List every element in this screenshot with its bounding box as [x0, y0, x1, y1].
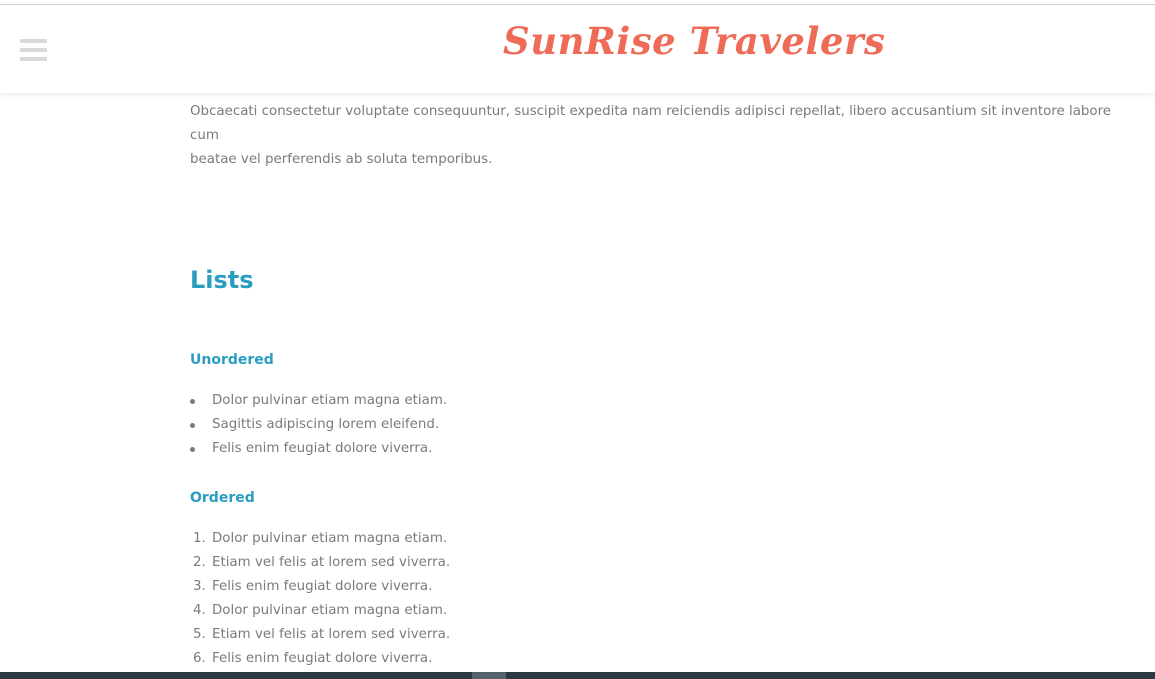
ordered-heading: Ordered — [190, 490, 255, 506]
bullet-icon — [190, 447, 195, 452]
list-item: Felis enim feugiat dolore viverra. — [190, 437, 447, 461]
page: SunRise Travelers Obcaecati consectetur … — [0, 0, 1155, 679]
list-number: 4. — [193, 603, 206, 618]
list-item-text: Dolor pulvinar etiam magna etiam. — [212, 531, 448, 546]
menu-bar — [20, 48, 47, 52]
bottom-bar — [0, 672, 1155, 679]
list-item: 2. Etiam vel felis at lorem sed viverra. — [190, 551, 450, 575]
unordered-heading: Unordered — [190, 352, 274, 368]
hamburger-menu-icon[interactable] — [20, 39, 47, 61]
list-number: 3. — [193, 579, 206, 594]
list-number: 5. — [193, 627, 206, 642]
list-item: 4. Dolor pulvinar etiam magna etiam. — [190, 599, 450, 623]
list-item-text: Felis enim feugiat dolore viverra. — [212, 441, 433, 456]
unordered-list: Dolor pulvinar etiam magna etiam. Sagitt… — [190, 389, 447, 461]
list-item-text: Etiam vel felis at lorem sed viverra. — [212, 555, 451, 570]
ordered-list: 1. Dolor pulvinar etiam magna etiam. 2. … — [190, 527, 450, 671]
list-item-text: Dolor pulvinar etiam magna etiam. — [212, 393, 448, 408]
list-item: Dolor pulvinar etiam magna etiam. — [190, 389, 447, 413]
list-item-text: Sagittis adipiscing lorem eleifend. — [212, 417, 440, 432]
list-item-text: Dolor pulvinar etiam magna etiam. — [212, 603, 448, 618]
list-item: 5. Etiam vel felis at lorem sed viverra. — [190, 623, 450, 647]
list-item-text: Felis enim feugiat dolore viverra. — [212, 579, 433, 594]
list-item: Sagittis adipiscing lorem eleifend. — [190, 413, 447, 437]
list-item: 1. Dolor pulvinar etiam magna etiam. — [190, 527, 450, 551]
list-item-text: Felis enim feugiat dolore viverra. — [212, 651, 433, 666]
list-item: 6. Felis enim feugiat dolore viverra. — [190, 647, 450, 671]
list-number: 1. — [193, 531, 206, 546]
lists-heading: Lists — [190, 266, 254, 294]
intro-paragraph: Obcaecati consectetur voluptate consequu… — [190, 100, 1130, 172]
paragraph-line: Obcaecati consectetur voluptate consequu… — [190, 104, 1112, 143]
list-number: 6. — [193, 651, 206, 666]
site-header: SunRise Travelers — [0, 5, 1155, 93]
bullet-icon — [190, 423, 195, 428]
bullet-icon — [190, 399, 195, 404]
paragraph-line: beatae vel perferendis ab soluta tempori… — [190, 152, 493, 167]
menu-bar — [20, 57, 47, 61]
list-number: 2. — [193, 555, 206, 570]
site-logo-title[interactable]: SunRise Travelers — [503, 19, 885, 63]
list-item: 3. Felis enim feugiat dolore viverra. — [190, 575, 450, 599]
list-item-text: Etiam vel felis at lorem sed viverra. — [212, 627, 451, 642]
menu-bar — [20, 39, 47, 43]
scroll-handle[interactable] — [472, 672, 506, 679]
